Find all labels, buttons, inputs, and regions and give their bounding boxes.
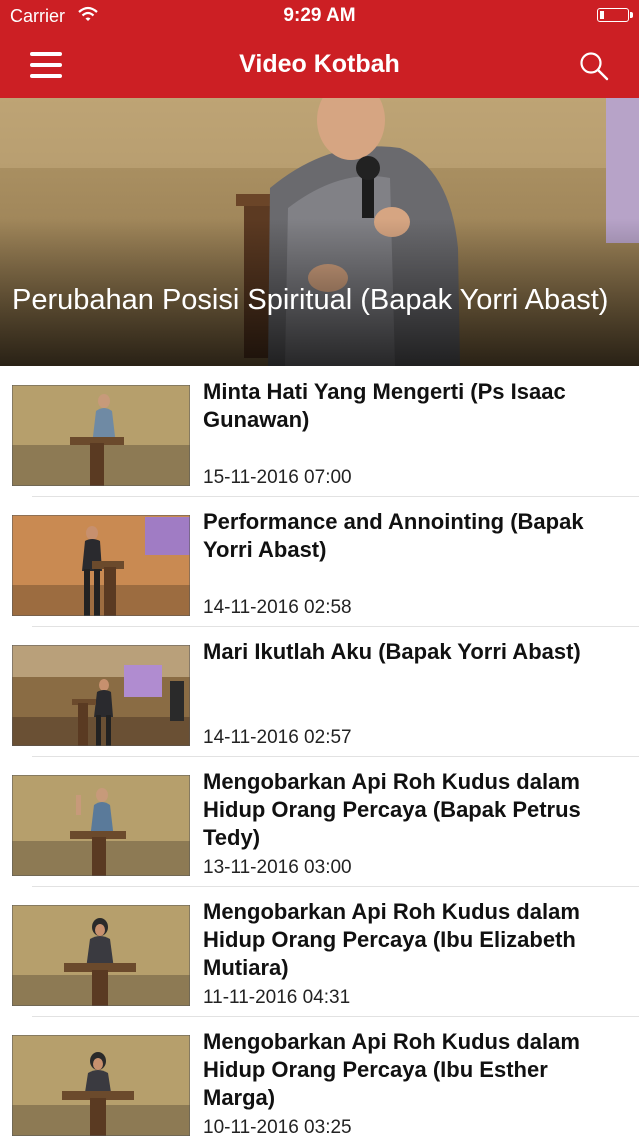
video-list-item[interactable]: Mengobarkan Api Roh Kudus dalam Hidup Or…	[0, 1017, 639, 1147]
clock: 9:29 AM	[283, 5, 356, 26]
video-list: Minta Hati Yang Mengerti (Ps Isaac Gunaw…	[0, 367, 639, 1147]
status-bar: Carrier 9:29 AM	[0, 0, 639, 32]
video-list-item[interactable]: Minta Hati Yang Mengerti (Ps Isaac Gunaw…	[0, 367, 639, 497]
featured-video[interactable]: Perubahan Posisi Spiritual (Bapak Yorri …	[0, 98, 639, 366]
video-thumbnail	[12, 1035, 190, 1136]
video-date: 15-11-2016 07:00	[203, 467, 352, 488]
video-thumbnail	[12, 385, 190, 486]
featured-video-thumbnail	[0, 98, 639, 366]
video-title: Mengobarkan Api Roh Kudus dalam Hidup Or…	[203, 1029, 580, 1110]
battery-icon	[597, 8, 633, 22]
video-thumbnail	[12, 775, 190, 876]
video-date: 14-11-2016 02:57	[203, 727, 352, 748]
video-list-item[interactable]: Mengobarkan Api Roh Kudus dalam Hidup Or…	[0, 887, 639, 1017]
video-thumbnail	[12, 905, 190, 1006]
featured-video-title: Perubahan Posisi Spiritual (Bapak Yorri …	[12, 284, 609, 316]
video-title: Minta Hati Yang Mengerti (Ps Isaac Gunaw…	[203, 379, 566, 432]
video-list-item[interactable]: Mengobarkan Api Roh Kudus dalam Hidup Or…	[0, 757, 639, 887]
page-title: Video Kotbah	[239, 50, 400, 78]
app-header: Video Kotbah	[0, 32, 639, 98]
video-date: 11-11-2016 04:31	[203, 987, 351, 1008]
video-title: Mari Ikutlah Aku (Bapak Yorri Abast)	[203, 639, 581, 664]
video-date: 13-11-2016 03:00	[203, 857, 352, 878]
video-list-item[interactable]: Mari Ikutlah Aku (Bapak Yorri Abast) 14-…	[0, 627, 639, 757]
video-title: Mengobarkan Api Roh Kudus dalam Hidup Or…	[203, 899, 580, 980]
video-thumbnail	[12, 645, 190, 746]
video-date: 14-11-2016 02:58	[203, 597, 352, 618]
video-list-item[interactable]: Performance and Annointing (Bapak Yorri …	[0, 497, 639, 627]
video-thumbnail	[12, 515, 190, 616]
video-title: Performance and Annointing (Bapak Yorri …	[203, 509, 584, 562]
video-title: Mengobarkan Api Roh Kudus dalam Hidup Or…	[203, 769, 581, 850]
search-icon[interactable]	[578, 50, 610, 82]
